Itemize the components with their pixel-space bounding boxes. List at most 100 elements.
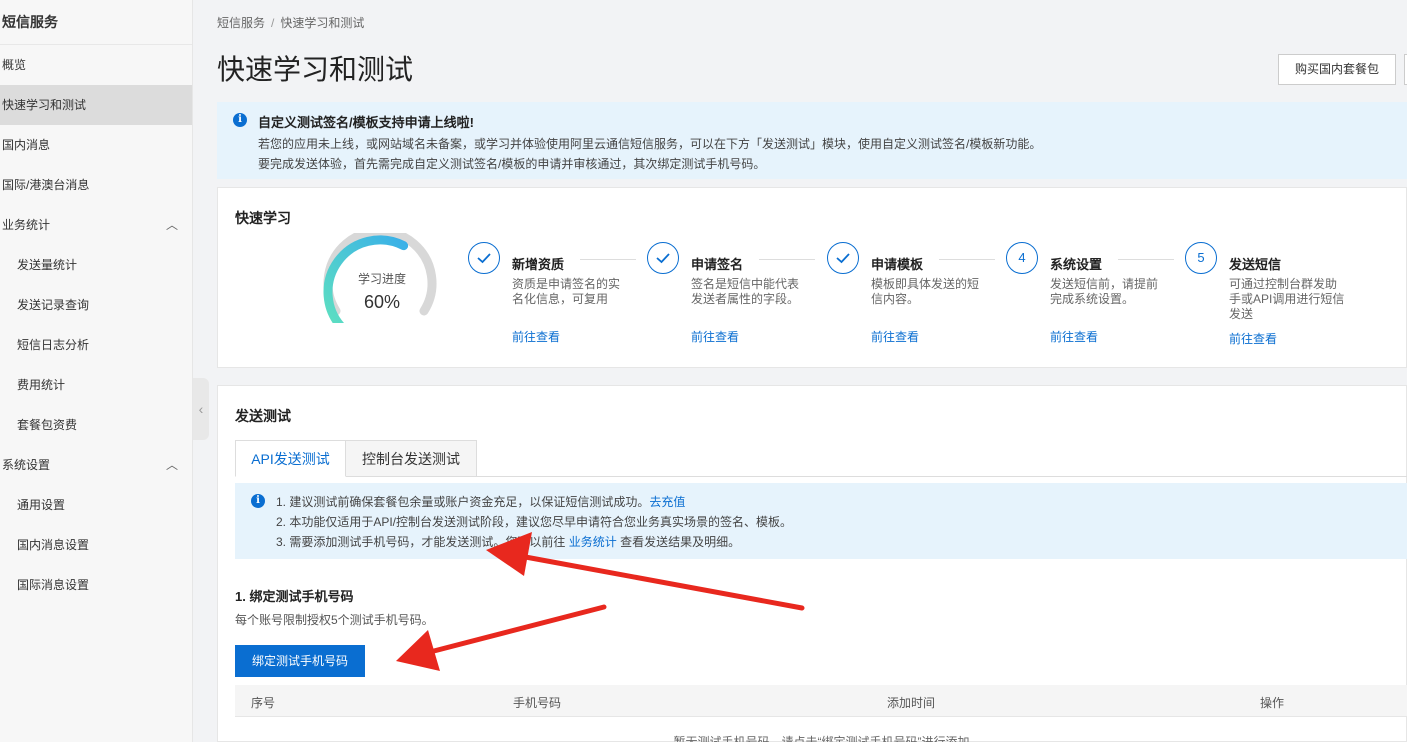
learn-step: 4 系统设置发送短信前，请提前完成系统设置。前往查看 (1006, 242, 1186, 352)
phone-table-header: 序号 手机号码 添加时间 操作 (235, 685, 1407, 717)
step-name: 新增资质 (512, 257, 565, 272)
sidebar-item[interactable]: 套餐包资费 (0, 405, 192, 445)
check-icon (827, 242, 859, 274)
quick-learn-title: 快速学习 (235, 210, 291, 226)
step-link[interactable]: 前往查看 (512, 328, 560, 345)
send-test-title: 发送测试 (235, 408, 291, 424)
column-header-added-time: 添加时间 (887, 696, 936, 710)
column-header-actions: 操作 (1260, 696, 1285, 710)
sidebar-item-label: 套餐包资费 (17, 418, 78, 432)
empty-table-text: 暂无测试手机号码，请点击“绑定测试手机号码”进行添加 (673, 735, 970, 742)
step-link[interactable]: 前往查看 (871, 328, 919, 345)
breadcrumb: 短信服务 / 快速学习和测试 (217, 14, 364, 31)
tip-text: 查看发送结果及明细。 (620, 535, 741, 549)
sidebar-item[interactable]: 快速学习和测试 (0, 85, 192, 125)
sidebar-item-label: 费用统计 (17, 378, 66, 392)
step-description: 发送短信前，请提前完成系统设置。 (1050, 277, 1159, 306)
notice-text: 要完成发送体验，首先需完成自定义测试签名/模板的申请并审核通过，其次绑定测试手机… (258, 157, 766, 171)
sidebar-item[interactable]: 发送量统计 (0, 245, 192, 285)
sidebar-title: 短信服务 (0, 0, 192, 45)
page-title: 快速学习和测试 (217, 54, 414, 85)
step-link[interactable]: 前往查看 (1229, 330, 1277, 347)
recharge-link[interactable]: 去充值 (649, 495, 685, 509)
sidebar-item[interactable]: 业务统计 ︿ (0, 205, 192, 245)
main-content: 短信服务 / 快速学习和测试 快速学习和测试 购买国内套餐包 i 自定义测试签名/模… (209, 0, 1407, 742)
sidebar-item[interactable]: 国际/港澳台消息 (0, 165, 192, 205)
sidebar-item[interactable]: 国际消息设置 (0, 565, 192, 605)
quick-learn-card: 快速学习 学习进度 60% 新增资质 资质是申请签名的实名化信息，可复用 前往查看申… (217, 187, 1407, 368)
tip-line: 2. 本功能仅适用于API/控制台发送测试阶段，建议您尽早申请符合您业务真实场景… (276, 515, 793, 529)
sidebar-item-label: 系统设置 (2, 458, 51, 472)
chevron-left-icon: ‹ (198, 401, 204, 417)
step-description: 模板即具体发送的短信内容。 (871, 277, 980, 306)
send-test-card: 发送测试 API发送测试 控制台发送测试 API发送测试 i 1. 建议测试前确… (217, 385, 1407, 742)
buy-package-button[interactable]: 购买国内套餐包 (1278, 54, 1396, 85)
sidebar-item-label: 国内消息 (2, 138, 51, 152)
learn-step: 新增资质资质是申请签名的实名化信息，可复用前往查看 (468, 242, 648, 352)
test-tips: i 1. 建议测试前确保套餐包余量或账户资金充足，以保证短信测试成功。去充值 2… (235, 483, 1407, 559)
step-name: 系统设置 (1050, 257, 1103, 272)
step-description: 可通过控制台群发助手或API调用进行短信发送 (1229, 277, 1345, 321)
progress-label: 学习进度 (357, 272, 406, 286)
sidebar-item[interactable]: 发送记录查询 (0, 285, 192, 325)
notice-banner: i 自定义测试签名/模板支持申请上线啦! 若您的应用未上线，或网站域名未备案，或… (217, 102, 1407, 179)
step-connector (759, 259, 815, 260)
sidebar-collapse-toggle[interactable]: ‹ (193, 378, 209, 440)
bind-test-phone-button[interactable]: 绑定测试手机号码 (235, 645, 365, 677)
step-name: 申请签名 (691, 257, 744, 272)
step-connector (580, 259, 636, 260)
bind-section-title: 1. 绑定测试手机号码 (235, 589, 354, 604)
sidebar-item-label: 发送记录查询 (17, 298, 90, 312)
step-connector (939, 259, 995, 260)
sidebar: 短信服务 概览快速学习和测试 国内消息国际/港澳台消息 业务统计 ︿ 发送量统计发送记录… (0, 0, 193, 742)
sidebar-item-label: 国内消息设置 (17, 538, 90, 552)
tab-console-test[interactable]: 控制台发送测试 (345, 440, 477, 477)
tab-api-test-overlay[interactable]: API发送测试 (235, 440, 346, 477)
notice-text: 若您的应用未上线，或网站域名未备案，或学习并体验使用阿里云通信短信服务，可以在下… (258, 137, 1042, 151)
sidebar-item-label: 国际/港澳台消息 (2, 178, 90, 192)
step-number: 5 (1185, 242, 1217, 274)
tip-text: 1. 建议测试前确保套餐包余量或账户资金充足，以保证短信测试成功。 (276, 495, 650, 509)
sidebar-item-label: 短信日志分析 (17, 338, 90, 352)
sidebar-item-label: 发送量统计 (17, 258, 78, 272)
step-name: 发送短信 (1229, 257, 1282, 272)
info-icon: i (233, 113, 247, 127)
notice-title: 自定义测试签名/模板支持申请上线啦! (258, 115, 474, 130)
sidebar-item-label: 快速学习和测试 (2, 98, 87, 112)
chevron-up-icon[interactable]: ︿ (166, 205, 178, 245)
sidebar-item[interactable]: 国内消息设置 (0, 525, 192, 565)
sidebar-item-label: 国际消息设置 (17, 578, 90, 592)
step-number: 4 (1006, 242, 1038, 274)
breadcrumb-current: 快速学习和测试 (280, 16, 365, 30)
sidebar-item-label: 通用设置 (17, 498, 66, 512)
step-link[interactable]: 前往查看 (1050, 328, 1098, 345)
bind-section-subtitle: 每个账号限制授权5个测试手机号码。 (235, 613, 434, 627)
chevron-up-icon[interactable]: ︿ (166, 445, 178, 485)
column-header-index: 序号 (251, 696, 276, 710)
sidebar-item[interactable]: 概览 (0, 45, 192, 85)
sidebar-item-label: 业务统计 (2, 218, 51, 232)
step-name: 申请模板 (871, 257, 924, 272)
tab-divider (235, 476, 1407, 477)
step-link[interactable]: 前往查看 (691, 328, 739, 345)
step-description: 签名是短信中能代表发送者属性的字段。 (691, 277, 800, 306)
sidebar-item[interactable]: 短信日志分析 (0, 325, 192, 365)
learn-step: 申请模板模板即具体发送的短信内容。前往查看 (827, 242, 1007, 352)
column-header-phone: 手机号码 (513, 696, 562, 710)
sidebar-item[interactable]: 费用统计 (0, 365, 192, 405)
sidebar-item[interactable]: 通用设置 (0, 485, 192, 525)
progress-value: 60% (363, 292, 401, 312)
check-icon (468, 242, 500, 274)
check-icon (647, 242, 679, 274)
breadcrumb-separator: / (271, 16, 275, 30)
tip-text: 3. 需要添加测试手机号码，才能发送测试。您可以前往 (276, 535, 566, 549)
breadcrumb-root[interactable]: 短信服务 (217, 16, 265, 30)
business-stats-link[interactable]: 业务统计 (569, 535, 617, 549)
tip-line: 3. 需要添加测试手机号码，才能发送测试。您可以前往 业务统计 查看发送结果及明… (276, 533, 740, 550)
step-connector (1118, 259, 1174, 260)
step-description: 资质是申请签名的实名化信息，可复用 (512, 277, 621, 306)
sidebar-item[interactable]: 系统设置 ︿ (0, 445, 192, 485)
tip-line: 1. 建议测试前确保套餐包余量或账户资金充足，以保证短信测试成功。去充值 (276, 493, 685, 510)
info-icon: i (251, 494, 265, 508)
sidebar-item[interactable]: 国内消息 (0, 125, 192, 165)
